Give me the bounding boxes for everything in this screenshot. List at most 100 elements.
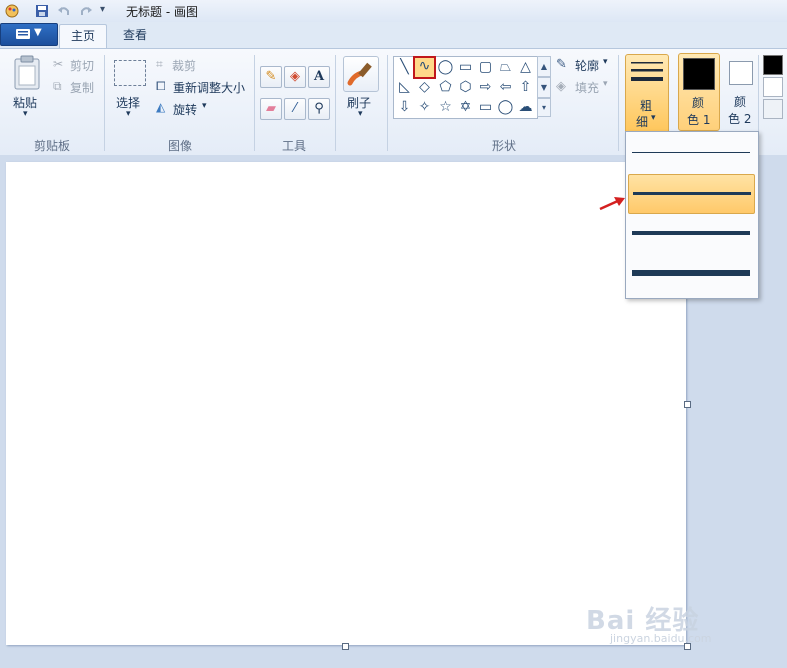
select-icon[interactable] xyxy=(114,60,146,86)
triangle-shape-icon[interactable]: △ xyxy=(516,58,535,77)
paste-dropdown-icon[interactable]: ▾ xyxy=(23,109,28,119)
shapes-gallery[interactable]: ╲ ∿ ◯ ▭ ▢ ⏢ △ ◺ ◇ ⬠ ⬡ ⇨ ⇦ ⇧ ⇩ ✧ ☆ ✡ ▭ ◯ … xyxy=(393,56,538,119)
magnifier-icon: ⚲ xyxy=(314,101,324,116)
eraser-tool[interactable]: ▰ xyxy=(260,98,282,120)
size-option-3px-selected[interactable] xyxy=(628,174,755,214)
rotate-button[interactable]: 旋转 xyxy=(173,101,197,118)
four-point-star-shape-icon[interactable]: ✧ xyxy=(415,98,434,117)
copy-icon: ⧉ xyxy=(53,79,62,93)
divider xyxy=(387,55,388,151)
pencil-icon: ✎ xyxy=(265,69,277,84)
paste-button[interactable] xyxy=(10,55,44,90)
redo-icon[interactable] xyxy=(78,3,94,19)
magnifier-tool[interactable]: ⚲ xyxy=(308,98,330,120)
fill-button[interactable]: 填充 xyxy=(575,79,599,96)
brush-icon xyxy=(347,62,372,86)
paint-menu-button[interactable]: ▼ xyxy=(0,23,58,46)
bucket-icon: ◈ xyxy=(290,69,300,84)
diamond-shape-icon[interactable]: ◇ xyxy=(415,78,434,97)
chevron-down-icon: ▼ xyxy=(34,27,42,38)
rounded-rectangle-shape-icon[interactable]: ▢ xyxy=(476,58,495,77)
fill-dropdown-icon[interactable]: ▾ xyxy=(603,79,608,89)
shapes-more-button[interactable]: ▾ xyxy=(537,98,551,117)
tab-home[interactable]: 主页 xyxy=(59,24,107,49)
color-picker-tool[interactable]: ⁄ xyxy=(284,98,306,120)
crop-button[interactable]: 裁剪 xyxy=(172,57,196,74)
outline-icon: ✎ xyxy=(556,57,567,72)
size-option-1px[interactable] xyxy=(632,152,750,153)
size-dropdown-menu xyxy=(625,131,759,299)
divider xyxy=(618,55,619,151)
tools-group-label: 工具 xyxy=(281,139,306,153)
size-option-8px[interactable] xyxy=(632,270,750,276)
hexagon-shape-icon[interactable]: ⬡ xyxy=(456,78,475,97)
line-shape-icon[interactable]: ╲ xyxy=(395,58,414,77)
six-point-star-shape-icon[interactable]: ✡ xyxy=(456,98,475,117)
fill-tool[interactable]: ◈ xyxy=(284,66,306,88)
divider xyxy=(104,55,105,151)
color2-label-bottom: 色 2 xyxy=(728,112,752,126)
watermark-url: jingyan.baidu.com xyxy=(610,632,712,645)
line-width-icon xyxy=(631,62,663,81)
brushes-dropdown-icon[interactable]: ▾ xyxy=(358,109,363,119)
shapes-group-label: 形状 xyxy=(491,139,516,153)
rounded-callout-shape-icon[interactable]: ▭ xyxy=(476,98,495,117)
down-arrow-shape-icon[interactable]: ⇩ xyxy=(395,98,414,117)
save-icon[interactable] xyxy=(34,3,50,19)
scissors-icon: ✂ xyxy=(53,57,64,71)
oval-callout-shape-icon[interactable]: ◯ xyxy=(496,98,515,117)
cut-button[interactable]: 剪切 xyxy=(70,57,94,74)
paste-icon xyxy=(14,55,40,90)
outline-button[interactable]: 轮廓 xyxy=(575,57,599,74)
size-dropdown-icon: ▾ xyxy=(651,113,656,123)
pencil-tool[interactable]: ✎ xyxy=(260,66,282,88)
curve-shape-icon[interactable]: ∿ xyxy=(413,56,436,79)
menu-icon xyxy=(16,29,30,39)
cloud-callout-shape-icon[interactable]: ☁ xyxy=(516,98,535,117)
pentagon-shape-icon[interactable]: ⬠ xyxy=(436,78,455,97)
size-option-line xyxy=(633,192,751,195)
divider xyxy=(335,55,336,151)
text-tool[interactable]: A xyxy=(308,66,330,88)
crop-icon: ⌗ xyxy=(156,57,163,71)
drawing-canvas[interactable] xyxy=(6,162,686,645)
resize-handle-right[interactable] xyxy=(684,401,691,408)
size-button[interactable]: 粗 细 ▾ xyxy=(625,54,669,134)
color2-label-top: 颜 xyxy=(734,95,747,109)
size-option-5px[interactable] xyxy=(632,231,750,235)
rectangle-shape-icon[interactable]: ▭ xyxy=(456,58,475,77)
color1-label-bottom: 色 1 xyxy=(687,113,711,127)
resize-button[interactable]: 重新调整大小 xyxy=(173,79,245,96)
title-bar: ▾ 无标题 - 画图 xyxy=(0,0,787,23)
up-arrow-shape-icon[interactable]: ⇧ xyxy=(516,78,535,97)
color1-button[interactable]: 颜 色 1 xyxy=(678,53,720,131)
polygon-shape-icon[interactable]: ⏢ xyxy=(496,58,515,77)
paint-app-icon[interactable] xyxy=(4,3,20,19)
right-arrow-shape-icon[interactable]: ⇨ xyxy=(476,78,495,97)
tab-view[interactable]: 查看 xyxy=(112,24,158,48)
undo-icon[interactable] xyxy=(56,3,72,19)
left-arrow-shape-icon[interactable]: ⇦ xyxy=(496,78,515,97)
palette-swatch-white[interactable] xyxy=(763,77,783,97)
select-dropdown-icon[interactable]: ▾ xyxy=(126,109,131,119)
brushes-button[interactable] xyxy=(343,56,379,92)
clipboard-group-label: 剪贴板 xyxy=(33,139,70,153)
color2-button[interactable]: 颜 色 2 xyxy=(724,53,758,129)
eyedropper-icon: ⁄ xyxy=(293,101,297,116)
rotate-dropdown-icon[interactable]: ▾ xyxy=(202,101,207,111)
resize-handle-bottom[interactable] xyxy=(342,643,349,650)
right-triangle-shape-icon[interactable]: ◺ xyxy=(395,78,414,97)
shapes-scroll-up-button[interactable]: ▲ xyxy=(537,56,551,77)
size-label-top: 粗 xyxy=(640,99,653,113)
fill-icon: ◈ xyxy=(556,79,566,94)
palette-swatch-empty[interactable] xyxy=(763,99,783,119)
outline-dropdown-icon[interactable]: ▾ xyxy=(603,57,608,67)
color1-label-top: 颜 xyxy=(692,96,705,110)
oval-shape-icon[interactable]: ◯ xyxy=(436,58,455,77)
size-label-bottom: 细 xyxy=(636,115,649,129)
copy-button[interactable]: 复制 xyxy=(70,79,94,96)
palette-swatch-black[interactable] xyxy=(763,55,783,75)
customize-quick-access-icon[interactable]: ▾ xyxy=(100,4,105,15)
shapes-scroll-down-button[interactable]: ▼ xyxy=(537,77,551,98)
five-point-star-shape-icon[interactable]: ☆ xyxy=(436,98,455,117)
